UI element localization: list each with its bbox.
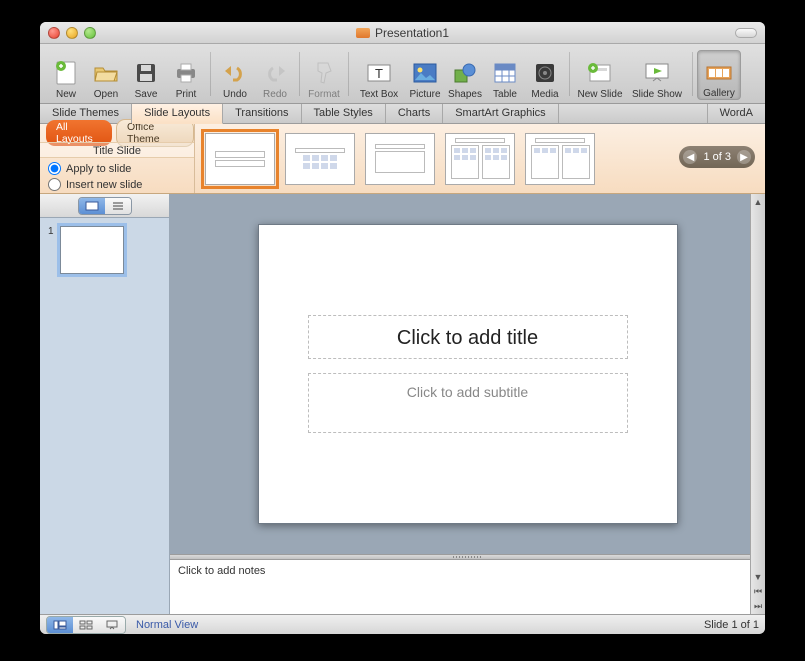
- open-button[interactable]: Open: [86, 48, 126, 100]
- slide-number: 1: [48, 226, 56, 274]
- table-icon: [491, 59, 519, 87]
- format-button[interactable]: Format: [304, 48, 344, 100]
- picture-button[interactable]: Picture: [405, 48, 445, 100]
- gallery-icon: [705, 58, 733, 86]
- slide-list[interactable]: 1: [40, 218, 169, 614]
- layout-thumb-4[interactable]: [445, 133, 515, 185]
- undo-icon: [221, 59, 249, 87]
- tab-wordart[interactable]: WordA: [708, 104, 765, 123]
- zoom-icon[interactable]: [84, 27, 96, 39]
- slideshow-button[interactable]: Slide Show: [626, 48, 688, 100]
- undo-button[interactable]: Undo: [215, 48, 255, 100]
- slide-thumbnail[interactable]: [60, 226, 124, 274]
- tab-table-styles[interactable]: Table Styles: [302, 104, 386, 123]
- format-icon: [310, 59, 338, 87]
- apply-to-slide-radio[interactable]: Apply to slide: [48, 162, 186, 175]
- document-icon: [356, 28, 370, 38]
- scroll-down-icon[interactable]: ▼: [751, 569, 765, 584]
- pager-prev-icon[interactable]: ◀: [683, 150, 697, 164]
- new-slide-button[interactable]: New Slide: [574, 48, 626, 100]
- sidebar-outline-view-button[interactable]: [105, 198, 131, 214]
- save-icon: [132, 59, 160, 87]
- close-icon[interactable]: [48, 27, 60, 39]
- title-placeholder[interactable]: Click to add title: [308, 315, 628, 359]
- tab-charts[interactable]: Charts: [386, 104, 443, 123]
- print-button[interactable]: Print: [166, 48, 206, 100]
- slideshow-icon: [643, 59, 671, 87]
- print-icon: [172, 59, 200, 87]
- slide-editor[interactable]: Click to add title Click to add subtitle: [170, 194, 765, 554]
- tab-slide-themes[interactable]: Slide Themes: [40, 104, 132, 123]
- view-name-label: Normal View: [136, 619, 198, 631]
- subtitle-placeholder[interactable]: Click to add subtitle: [308, 373, 628, 433]
- titlebar: Presentation1: [40, 22, 765, 44]
- media-button[interactable]: Media: [525, 48, 565, 100]
- status-bar: Normal View Slide 1 of 1: [40, 614, 765, 634]
- save-button[interactable]: Save: [126, 48, 166, 100]
- app-window: Presentation1 New Open Save Print: [40, 22, 765, 634]
- shapes-button[interactable]: Shapes: [445, 48, 485, 100]
- new-slide-icon: [586, 59, 614, 87]
- vertical-scrollbar[interactable]: ▲ ▼ ⏮ ⏭: [750, 194, 765, 614]
- layout-thumb-3[interactable]: [365, 133, 435, 185]
- pager-label: 1 of 3: [703, 151, 731, 163]
- ribbon-tabs: Slide Themes Slide Layouts Transitions T…: [40, 104, 765, 124]
- window-controls: [48, 27, 96, 39]
- slideshow-view-button[interactable]: [99, 617, 125, 633]
- media-icon: [531, 59, 559, 87]
- layout-thumb-2[interactable]: [285, 133, 355, 185]
- scroll-up-icon[interactable]: ▲: [751, 194, 765, 209]
- redo-button[interactable]: Redo: [255, 48, 295, 100]
- new-icon: [52, 59, 80, 87]
- slide-counter-label: Slide 1 of 1: [704, 619, 759, 631]
- workspace: 1 Click to add title Click to add subtit…: [40, 194, 765, 614]
- tab-transitions[interactable]: Transitions: [223, 104, 301, 123]
- insert-new-slide-radio[interactable]: Insert new slide: [48, 178, 186, 191]
- window-title: Presentation1: [40, 26, 765, 40]
- sorter-view-button[interactable]: [73, 617, 99, 633]
- sidebar-slides-view-button[interactable]: [79, 198, 105, 214]
- minimize-icon[interactable]: [66, 27, 78, 39]
- open-icon: [92, 59, 120, 87]
- svg-text:T: T: [375, 66, 383, 81]
- slides-sidebar: 1: [40, 194, 170, 614]
- sidebar-view-tabs: [40, 194, 169, 218]
- layout-name-label: Title Slide: [40, 142, 194, 158]
- new-button[interactable]: New: [46, 48, 86, 100]
- textbox-button[interactable]: T Text Box: [353, 48, 405, 100]
- window-title-text: Presentation1: [375, 26, 449, 40]
- layouts-panel: All Layouts Office Theme Title Slide App…: [40, 124, 765, 194]
- picture-icon: [411, 59, 439, 87]
- tab-smartart[interactable]: SmartArt Graphics: [443, 104, 558, 123]
- redo-icon: [261, 59, 289, 87]
- next-slide-icon[interactable]: ⏭: [751, 599, 765, 614]
- pager-next-icon[interactable]: ▶: [737, 150, 751, 164]
- tab-slide-layouts[interactable]: Slide Layouts: [132, 104, 223, 124]
- slide-list-item[interactable]: 1: [48, 226, 161, 274]
- layout-thumb-1[interactable]: [205, 133, 275, 185]
- slide: Click to add title Click to add subtitle: [258, 224, 678, 524]
- normal-view-button[interactable]: [47, 617, 73, 633]
- gallery-button[interactable]: Gallery: [697, 50, 741, 100]
- main-toolbar: New Open Save Print Undo Redo: [40, 44, 765, 104]
- table-button[interactable]: Table: [485, 48, 525, 100]
- layout-thumb-5[interactable]: [525, 133, 595, 185]
- layouts-pager: ◀ 1 of 3 ▶: [679, 146, 755, 168]
- prev-slide-icon[interactable]: ⏮: [751, 584, 765, 599]
- toolbar-pill-button[interactable]: [735, 28, 757, 38]
- shapes-icon: [451, 59, 479, 87]
- notes-pane[interactable]: Click to add notes: [170, 560, 765, 614]
- canvas-area: Click to add title Click to add subtitle…: [170, 194, 765, 614]
- textbox-icon: T: [365, 59, 393, 87]
